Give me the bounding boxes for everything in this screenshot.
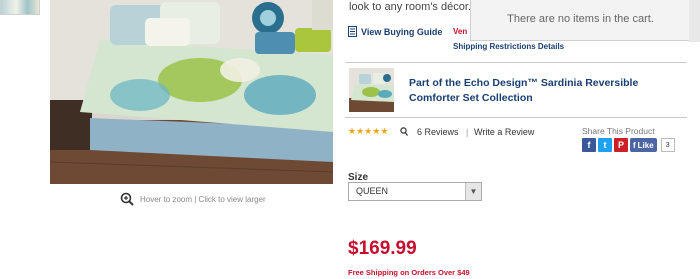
facebook-share-icon[interactable]: f <box>582 138 596 152</box>
star-icon: ★ <box>380 126 389 136</box>
cart-popup-shadow <box>689 0 700 42</box>
star-icon: ★ <box>348 126 357 136</box>
like-label: Like <box>637 140 654 150</box>
share-buttons: f t P f Like 3 <box>582 138 675 152</box>
facebook-f-icon: f <box>633 140 636 150</box>
product-description-snippet: look to any room's décor. <box>349 1 471 13</box>
zoom-hint-row: Hover to zoom | Click to view larger <box>120 192 266 206</box>
bedding-illustration <box>50 0 333 184</box>
zoom-hint-text[interactable]: Hover to zoom | Click to view larger <box>140 195 266 204</box>
twitter-share-icon[interactable]: t <box>598 138 612 152</box>
star-icon: ★ <box>372 126 381 136</box>
thumbnail-image[interactable] <box>1 0 39 14</box>
star-icon: ★ <box>356 126 365 136</box>
star-icon: ★ <box>364 126 373 136</box>
vendor-label: Ven <box>453 27 468 36</box>
star-rating[interactable]: ★ ★ ★ ★ ★ <box>348 127 388 136</box>
thumbnail-strip[interactable] <box>0 0 40 15</box>
review-magnifier-icon[interactable] <box>400 127 409 138</box>
facebook-like-button[interactable]: f Like <box>630 138 657 152</box>
write-review-link[interactable]: Write a Review <box>474 127 534 137</box>
document-icon <box>348 26 357 37</box>
product-price: $169.99 <box>348 238 417 259</box>
free-shipping-note: Free Shipping on Orders Over $49 <box>348 268 470 277</box>
collection-thumbnail[interactable] <box>349 68 394 112</box>
magnifier-plus-icon[interactable] <box>120 192 134 206</box>
pinterest-share-icon[interactable]: P <box>614 138 628 152</box>
chevron-down-icon[interactable]: ▼ <box>465 183 481 200</box>
size-select[interactable]: QUEEN ▼ <box>348 182 482 201</box>
shipping-restrictions-link[interactable]: Shipping Restrictions Details <box>453 42 564 51</box>
cart-empty-message: There are no items in the cart. <box>507 13 654 25</box>
main-product-image[interactable] <box>50 0 333 184</box>
reviews-separator: | <box>466 127 469 137</box>
buying-guide-link[interactable]: View Buying Guide <box>348 26 442 37</box>
size-selected-value: QUEEN <box>356 186 389 196</box>
collection-link[interactable]: Part of the Echo Design™ Sardinia Revers… <box>409 76 669 106</box>
buying-guide-label[interactable]: View Buying Guide <box>361 27 442 37</box>
reviews-count-link[interactable]: 6 Reviews <box>417 127 459 137</box>
like-count-badge: 3 <box>660 138 675 152</box>
share-label: Share This Product <box>582 126 655 136</box>
small-search-icon <box>400 127 409 136</box>
collection-box[interactable]: Part of the Echo Design™ Sardinia Revers… <box>345 62 687 118</box>
collection-image <box>349 68 394 112</box>
mini-cart-popup: There are no items in the cart. <box>470 0 691 41</box>
